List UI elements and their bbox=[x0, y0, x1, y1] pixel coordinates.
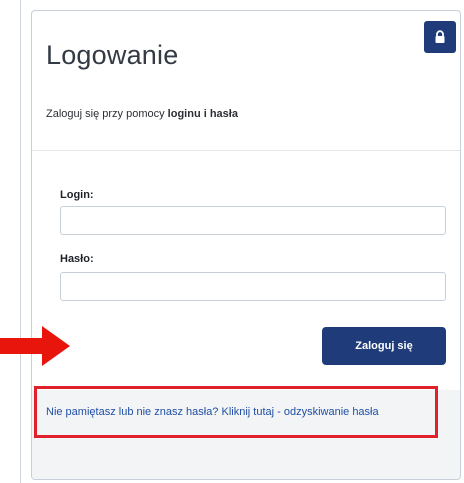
divider bbox=[32, 150, 460, 151]
password-label: Hasło: bbox=[60, 253, 94, 265]
password-input[interactable] bbox=[60, 272, 446, 301]
page-title: Logowanie bbox=[46, 40, 179, 70]
lock-badge bbox=[424, 21, 456, 53]
login-button[interactable]: Zaloguj się bbox=[322, 327, 446, 365]
lock-icon bbox=[435, 30, 445, 43]
login-input[interactable] bbox=[60, 206, 446, 235]
subtitle-bold-text: loginu i hasła bbox=[167, 108, 238, 120]
password-recovery-link[interactable]: Nie pamiętasz lub nie znasz hasła? Klikn… bbox=[46, 406, 379, 418]
login-label: Login: bbox=[60, 189, 94, 201]
page-border-line bbox=[20, 0, 21, 483]
right-arrow-icon bbox=[0, 326, 70, 366]
subtitle-text: Zaloguj się przy pomocy bbox=[46, 108, 168, 120]
login-subtitle: Zaloguj się przy pomocy loginu i hasła bbox=[46, 108, 238, 120]
